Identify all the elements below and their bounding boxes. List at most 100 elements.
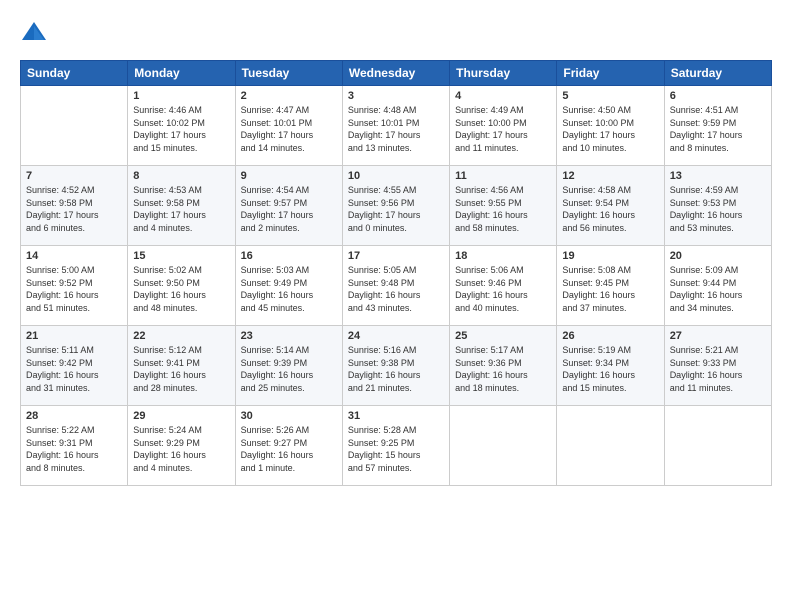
day-info: Sunrise: 5:06 AM Sunset: 9:46 PM Dayligh…: [455, 264, 551, 314]
week-row-2: 7 Sunrise: 4:52 AM Sunset: 9:58 PM Daylig…: [21, 166, 772, 246]
day-info: Sunrise: 5:08 AM Sunset: 9:45 PM Dayligh…: [562, 264, 658, 314]
day-number: 26: [562, 330, 658, 342]
day-number: 15: [133, 250, 229, 262]
day-number: 27: [670, 330, 766, 342]
day-number: 9: [241, 170, 337, 182]
day-number: 14: [26, 250, 122, 262]
day-info: Sunrise: 5:21 AM Sunset: 9:33 PM Dayligh…: [670, 344, 766, 394]
day-cell: [664, 406, 771, 486]
day-cell: 5 Sunrise: 4:50 AM Sunset: 10:00 PM Dayli…: [557, 86, 664, 166]
day-info: Sunrise: 5:24 AM Sunset: 9:29 PM Dayligh…: [133, 424, 229, 474]
day-cell: 1 Sunrise: 4:46 AM Sunset: 10:02 PM Dayli…: [128, 86, 235, 166]
day-cell: 15 Sunrise: 5:02 AM Sunset: 9:50 PM Dayli…: [128, 246, 235, 326]
day-cell: 24Sunrise: 5:16 AM Sunset: 9:38 PM Dayli…: [342, 326, 449, 406]
day-cell: 20 Sunrise: 5:09 AM Sunset: 9:44 PM Dayli…: [664, 246, 771, 326]
day-cell: [450, 406, 557, 486]
day-cell: 29 Sunrise: 5:24 AM Sunset: 9:29 PM Dayli…: [128, 406, 235, 486]
day-info: Sunrise: 4:51 AM Sunset: 9:59 PM Dayligh…: [670, 104, 766, 154]
col-header-tuesday: Tuesday: [235, 61, 342, 86]
day-cell: 27 Sunrise: 5:21 AM Sunset: 9:33 PM Dayli…: [664, 326, 771, 406]
day-cell: 26Sunrise: 5:19 AM Sunset: 9:34 PM Dayli…: [557, 326, 664, 406]
day-cell: 4Sunrise: 4:49 AM Sunset: 10:00 PM Dayli…: [450, 86, 557, 166]
day-number: 1: [133, 90, 229, 102]
day-info: Sunrise: 4:50 AM Sunset: 10:00 PM Daylig…: [562, 104, 658, 154]
col-header-saturday: Saturday: [664, 61, 771, 86]
day-number: 2: [241, 90, 337, 102]
day-info: Sunrise: 5:26 AM Sunset: 9:27 PM Dayligh…: [241, 424, 337, 474]
day-info: Sunrise: 4:59 AM Sunset: 9:53 PM Dayligh…: [670, 184, 766, 234]
day-number: 12: [562, 170, 658, 182]
header-row: SundayMondayTuesdayWednesdayThursdayFrid…: [21, 61, 772, 86]
header: [20, 18, 772, 46]
day-info: Sunrise: 5:17 AM Sunset: 9:36 PM Dayligh…: [455, 344, 551, 394]
day-info: Sunrise: 5:05 AM Sunset: 9:48 PM Dayligh…: [348, 264, 444, 314]
day-number: 6: [670, 90, 766, 102]
day-info: Sunrise: 4:56 AM Sunset: 9:55 PM Dayligh…: [455, 184, 551, 234]
page: SundayMondayTuesdayWednesdayThursdayFrid…: [0, 0, 792, 496]
day-info: Sunrise: 4:52 AM Sunset: 9:58 PM Dayligh…: [26, 184, 122, 234]
day-info: Sunrise: 5:12 AM Sunset: 9:41 PM Dayligh…: [133, 344, 229, 394]
day-number: 31: [348, 410, 444, 422]
day-cell: 30 Sunrise: 5:26 AM Sunset: 9:27 PM Dayli…: [235, 406, 342, 486]
day-number: 21: [26, 330, 122, 342]
day-info: Sunrise: 4:46 AM Sunset: 10:02 PM Daylig…: [133, 104, 229, 154]
day-cell: 9 Sunrise: 4:54 AM Sunset: 9:57 PM Daylig…: [235, 166, 342, 246]
day-number: 10: [348, 170, 444, 182]
day-info: Sunrise: 4:54 AM Sunset: 9:57 PM Dayligh…: [241, 184, 337, 234]
day-cell: 23 Sunrise: 5:14 AM Sunset: 9:39 PM Dayli…: [235, 326, 342, 406]
day-cell: 12 Sunrise: 4:58 AM Sunset: 9:54 PM Dayli…: [557, 166, 664, 246]
col-header-monday: Monday: [128, 61, 235, 86]
day-cell: 13Sunrise: 4:59 AM Sunset: 9:53 PM Dayli…: [664, 166, 771, 246]
day-cell: 2 Sunrise: 4:47 AM Sunset: 10:01 PM Dayli…: [235, 86, 342, 166]
day-number: 8: [133, 170, 229, 182]
week-row-1: 1 Sunrise: 4:46 AM Sunset: 10:02 PM Dayli…: [21, 86, 772, 166]
day-info: Sunrise: 4:49 AM Sunset: 10:00 PM Daylig…: [455, 104, 551, 154]
col-header-friday: Friday: [557, 61, 664, 86]
day-number: 28: [26, 410, 122, 422]
day-number: 22: [133, 330, 229, 342]
day-number: 3: [348, 90, 444, 102]
day-number: 29: [133, 410, 229, 422]
day-number: 25: [455, 330, 551, 342]
day-cell: 17 Sunrise: 5:05 AM Sunset: 9:48 PM Dayli…: [342, 246, 449, 326]
day-cell: 7 Sunrise: 4:52 AM Sunset: 9:58 PM Daylig…: [21, 166, 128, 246]
day-cell: 19 Sunrise: 5:08 AM Sunset: 9:45 PM Dayli…: [557, 246, 664, 326]
logo: [20, 18, 52, 46]
day-number: 5: [562, 90, 658, 102]
week-row-4: 21 Sunrise: 5:11 AM Sunset: 9:42 PM Dayli…: [21, 326, 772, 406]
day-number: 23: [241, 330, 337, 342]
day-cell: 16 Sunrise: 5:03 AM Sunset: 9:49 PM Dayli…: [235, 246, 342, 326]
day-number: 17: [348, 250, 444, 262]
day-number: 16: [241, 250, 337, 262]
day-info: Sunrise: 4:53 AM Sunset: 9:58 PM Dayligh…: [133, 184, 229, 234]
week-row-3: 14Sunrise: 5:00 AM Sunset: 9:52 PM Dayli…: [21, 246, 772, 326]
day-info: Sunrise: 5:14 AM Sunset: 9:39 PM Dayligh…: [241, 344, 337, 394]
day-info: Sunrise: 4:47 AM Sunset: 10:01 PM Daylig…: [241, 104, 337, 154]
day-cell: [21, 86, 128, 166]
day-number: 18: [455, 250, 551, 262]
day-number: 30: [241, 410, 337, 422]
day-number: 24: [348, 330, 444, 342]
day-info: Sunrise: 4:48 AM Sunset: 10:01 PM Daylig…: [348, 104, 444, 154]
day-info: Sunrise: 4:55 AM Sunset: 9:56 PM Dayligh…: [348, 184, 444, 234]
logo-icon: [20, 18, 48, 46]
day-info: Sunrise: 5:11 AM Sunset: 9:42 PM Dayligh…: [26, 344, 122, 394]
day-cell: 18 Sunrise: 5:06 AM Sunset: 9:46 PM Dayli…: [450, 246, 557, 326]
day-number: 20: [670, 250, 766, 262]
day-cell: [557, 406, 664, 486]
day-cell: 8 Sunrise: 4:53 AM Sunset: 9:58 PM Daylig…: [128, 166, 235, 246]
day-info: Sunrise: 5:03 AM Sunset: 9:49 PM Dayligh…: [241, 264, 337, 314]
day-info: Sunrise: 5:09 AM Sunset: 9:44 PM Dayligh…: [670, 264, 766, 314]
day-info: Sunrise: 5:28 AM Sunset: 9:25 PM Dayligh…: [348, 424, 444, 474]
day-number: 7: [26, 170, 122, 182]
day-cell: 3 Sunrise: 4:48 AM Sunset: 10:01 PM Dayli…: [342, 86, 449, 166]
week-row-5: 28 Sunrise: 5:22 AM Sunset: 9:31 PM Dayli…: [21, 406, 772, 486]
day-cell: 22 Sunrise: 5:12 AM Sunset: 9:41 PM Dayli…: [128, 326, 235, 406]
day-cell: 21 Sunrise: 5:11 AM Sunset: 9:42 PM Dayli…: [21, 326, 128, 406]
col-header-sunday: Sunday: [21, 61, 128, 86]
day-info: Sunrise: 5:02 AM Sunset: 9:50 PM Dayligh…: [133, 264, 229, 314]
day-info: Sunrise: 5:22 AM Sunset: 9:31 PM Dayligh…: [26, 424, 122, 474]
day-cell: 14Sunrise: 5:00 AM Sunset: 9:52 PM Dayli…: [21, 246, 128, 326]
day-number: 19: [562, 250, 658, 262]
day-info: Sunrise: 4:58 AM Sunset: 9:54 PM Dayligh…: [562, 184, 658, 234]
